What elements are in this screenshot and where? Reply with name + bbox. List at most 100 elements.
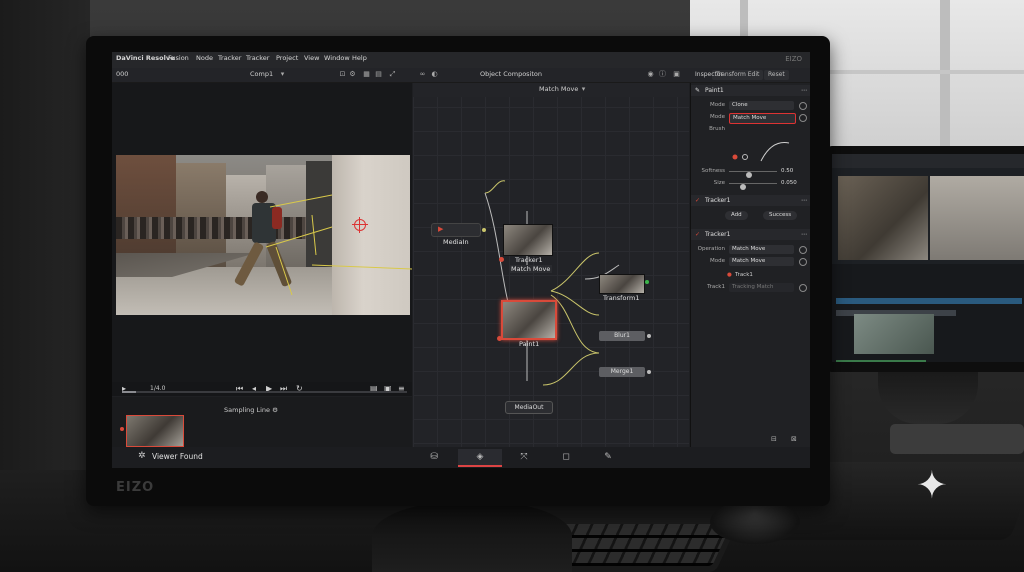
mode-row-3: Mode Match Move — [691, 257, 810, 267]
menu-project[interactable]: Project — [276, 54, 298, 62]
more-icon[interactable]: ⋯ — [801, 229, 807, 240]
menu-bar: DaVinci Resolve Fusion Node Tracker Trac… — [112, 52, 810, 68]
expand-icon[interactable]: ⤢ — [388, 70, 397, 79]
chevron-down-icon[interactable]: ▾ — [278, 70, 287, 79]
success-button[interactable]: Success — [763, 211, 798, 220]
snapshot-icon[interactable]: ◉ — [646, 70, 655, 79]
node-merge[interactable]: Merge1 — [599, 367, 645, 377]
mode-select-3[interactable]: Match Move — [729, 257, 794, 266]
menu-tracker-2[interactable]: Tracker — [246, 54, 269, 62]
inspector-section-tracker[interactable]: ✓ Tracker1 ⋯ — [691, 195, 810, 206]
node-output-port[interactable] — [647, 334, 651, 338]
info-icon[interactable]: ⓘ — [658, 70, 667, 79]
keyframe-icon[interactable] — [799, 246, 807, 254]
reset-button[interactable]: Reset — [764, 70, 789, 80]
size-knob[interactable] — [739, 184, 746, 190]
inspector-section-paint[interactable]: ✎ Paint1 ⋯ — [691, 85, 810, 96]
expand-icon[interactable]: ⊠ — [791, 435, 797, 443]
node-output-port[interactable] — [647, 370, 651, 374]
node-mediain[interactable]: ▶ — [431, 223, 486, 237]
mode-row: Mode Clone — [691, 101, 810, 111]
clip-thumbnail[interactable] — [126, 415, 184, 447]
operation-select[interactable]: Match Move — [729, 245, 794, 254]
node-mediaout[interactable]: MediaOut — [505, 401, 553, 414]
inspector-panel: Inspector ✎ Paint1 ⋯ Mode Clone Mode Mat… — [690, 71, 810, 447]
node-tracker-label: Tracker1 — [515, 256, 543, 264]
inspector-tab[interactable]: Inspector — [695, 71, 723, 78]
menu-window[interactable]: Window — [324, 54, 350, 62]
node-output-port[interactable] — [482, 228, 486, 232]
softness-row: Softness 0.50 — [691, 167, 810, 178]
sparkle-icon: ✦ — [916, 463, 948, 507]
grid-icon[interactable]: ▦ — [362, 70, 371, 79]
node-tracker-thumbnail[interactable] — [503, 224, 553, 256]
menu-node[interactable]: Node — [196, 54, 213, 62]
mode-row-2: Mode Match Move — [691, 113, 810, 124]
page-tab-deliver[interactable]: ✎ — [586, 449, 630, 465]
softness-value[interactable]: 0.50 — [781, 168, 793, 174]
window-frame — [940, 0, 950, 150]
timeline-track — [836, 360, 926, 362]
track-item[interactable]: Track1 — [735, 272, 753, 278]
page-tab-color[interactable]: ⤧ — [502, 449, 546, 465]
app-screen: DaVinci Resolve Fusion Node Tracker Trac… — [112, 52, 810, 468]
secondary-preview — [930, 176, 1024, 260]
operation-row: Operation Match Move — [691, 245, 810, 255]
size-value[interactable]: 0.050 — [781, 180, 797, 186]
keyframe-icon[interactable] — [799, 284, 807, 292]
keyframe-icon[interactable] — [799, 114, 807, 122]
tracker-buttons: Add Success — [691, 211, 810, 221]
timeline-scrubber[interactable] — [122, 391, 407, 393]
menu-tracker[interactable]: Tracker — [218, 54, 241, 62]
view-icon[interactable]: ▣ — [672, 70, 681, 79]
viewer-name[interactable]: Comp1 — [250, 70, 273, 78]
node-transform-label: Transform1 — [603, 294, 640, 302]
node-paint-thumbnail[interactable] — [501, 300, 557, 340]
clip-marker — [120, 427, 124, 431]
gear-icon[interactable]: ⚙ — [272, 406, 278, 414]
node-paint-marker — [497, 336, 502, 341]
link-icon[interactable]: ∞ — [418, 70, 427, 79]
gear-icon[interactable]: ⚙ — [348, 70, 357, 79]
mask-icon[interactable]: ◐ — [430, 70, 439, 79]
more-icon[interactable]: ⋯ — [801, 195, 807, 206]
inspector-section-tracker-2[interactable]: ✓ Tracker1 ⋯ — [691, 229, 810, 240]
softness-slider[interactable] — [729, 171, 777, 178]
node-tracker-mode[interactable]: Match Move — [509, 265, 553, 273]
size-slider[interactable] — [729, 183, 777, 190]
node-editor[interactable]: Match Move ▾ ▶ MediaIn Tracker1 Match Mo… — [413, 83, 689, 447]
fit-icon[interactable]: ⊡ — [338, 70, 347, 79]
lock-icon[interactable]: ⊟ — [771, 435, 777, 443]
viewer-panel[interactable] — [112, 83, 412, 383]
node-transform-thumbnail[interactable] — [599, 274, 645, 294]
more-icon[interactable]: ⋯ — [801, 85, 807, 96]
keyframe-icon[interactable] — [799, 258, 807, 266]
page-tab-fusion[interactable]: ◈ — [458, 449, 502, 467]
page-tab-fairlight[interactable]: ◻ — [544, 449, 588, 465]
sampling-line-label: Sampling Line ⚙ — [224, 406, 278, 414]
track-field[interactable]: Tracking Match — [729, 283, 794, 292]
mode-select[interactable]: Clone — [729, 101, 794, 110]
node-blur[interactable]: Blur1 — [599, 331, 645, 341]
menu-app-name[interactable]: DaVinci Resolve — [116, 54, 175, 62]
node-mediain-label: MediaIn — [443, 238, 469, 246]
keyboard-secondary — [890, 424, 1024, 454]
mode-select-2[interactable]: Match Move — [729, 113, 796, 124]
menu-view[interactable]: View — [304, 54, 319, 62]
softness-knob[interactable] — [745, 172, 752, 178]
add-button[interactable]: Add — [725, 211, 748, 220]
layers-icon[interactable]: ▤ — [374, 70, 383, 79]
node-output-port[interactable] — [645, 280, 649, 284]
brush-row: Brush — [709, 126, 725, 132]
page-tab-media[interactable]: ⛁ — [412, 449, 456, 465]
keyframe-icon[interactable] — [799, 102, 807, 110]
filmstrip: Sampling Line ⚙ — [112, 397, 412, 447]
secondary-monitor-stand — [878, 372, 978, 424]
brush-curve[interactable] — [691, 135, 810, 165]
track-row: Track1 Tracking Match — [691, 283, 810, 293]
menu-help[interactable]: Help — [352, 54, 367, 62]
menu-fusion[interactable]: Fusion — [168, 54, 189, 62]
track-item-row: ● Track1 — [691, 271, 810, 281]
timeline-clip — [854, 314, 934, 354]
mouse — [710, 500, 800, 544]
